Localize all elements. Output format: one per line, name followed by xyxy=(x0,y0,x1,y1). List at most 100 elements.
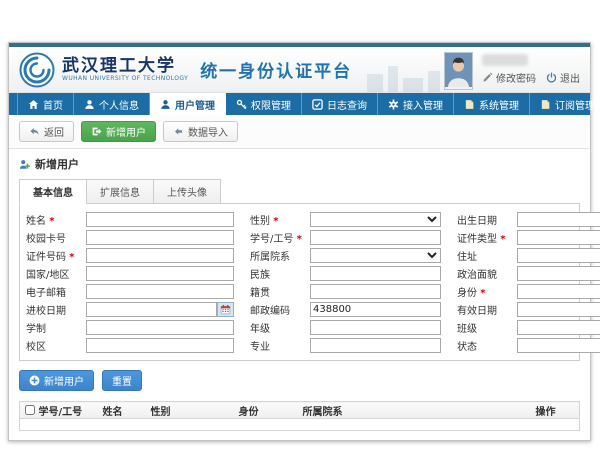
grade-input[interactable] xyxy=(310,320,441,335)
nav-item-access-management[interactable]: 接入管理 xyxy=(378,93,454,115)
political-status-input[interactable] xyxy=(517,266,600,281)
required-asterisk: * xyxy=(69,252,74,263)
import-icon xyxy=(173,126,184,137)
key-icon xyxy=(236,99,247,110)
identity-input[interactable] xyxy=(517,284,600,299)
user-area: 修改密码 退出 xyxy=(444,50,580,90)
field-label-email: 电子邮箱 xyxy=(26,284,86,299)
user-avatar xyxy=(444,52,473,90)
main-nav: 首页个人信息用户管理权限管理日志查询接入管理系统管理订阅管理 xyxy=(9,93,590,115)
toolbar: 返回 新增用户 数据导入 xyxy=(9,115,590,149)
gender-select[interactable] xyxy=(310,212,441,227)
data-import-button[interactable]: 数据导入 xyxy=(163,121,238,142)
field-label-ethnicity: 民族 xyxy=(250,266,310,281)
reset-button[interactable]: 重置 xyxy=(102,370,142,391)
user-links: 修改密码 退出 xyxy=(482,70,580,85)
nav-item-subscription-management[interactable]: 订阅管理 xyxy=(530,93,600,115)
native-place-input[interactable] xyxy=(310,284,441,299)
nav-item-label: 日志查询 xyxy=(327,97,367,112)
header-watermark xyxy=(367,66,440,92)
select-all-checkbox[interactable] xyxy=(25,405,35,415)
form-field-address: 住址 xyxy=(457,248,600,263)
enroll-date-input[interactable] xyxy=(86,302,217,317)
user-icon xyxy=(160,99,171,110)
required-asterisk: * xyxy=(500,234,505,245)
student-staff-no-input[interactable] xyxy=(310,230,441,245)
field-label-country-region: 国家/地区 xyxy=(26,266,86,281)
app-window: 武汉理工大学 WUHAN UNIVERSITY OF TECHNOLOGY 统一… xyxy=(8,42,591,441)
ethnicity-input[interactable] xyxy=(310,266,441,281)
campus-card-no-input[interactable] xyxy=(86,230,234,245)
enroll-date-field xyxy=(86,302,234,317)
form-field-id-type: 证件类型 * xyxy=(457,230,600,245)
nav-item-personal-info[interactable]: 个人信息 xyxy=(74,93,150,115)
id-number-input[interactable] xyxy=(86,248,234,263)
form-field-political-status: 政治面貌 xyxy=(457,266,600,281)
email-input[interactable] xyxy=(86,284,234,299)
form-field-status: 状态 xyxy=(457,338,600,353)
form-field-study-duration: 学制 xyxy=(26,320,234,335)
field-label-status: 状态 xyxy=(457,338,517,353)
field-label-address: 住址 xyxy=(457,248,517,263)
back-icon xyxy=(29,126,40,137)
tab-extended-info[interactable]: 扩展信息 xyxy=(86,179,153,204)
name-input[interactable] xyxy=(86,212,234,227)
submit-label: 新增用户 xyxy=(44,373,84,388)
nav-item-label: 订阅管理 xyxy=(555,97,595,112)
country-region-input[interactable] xyxy=(86,266,234,281)
field-label-department: 所属院系 xyxy=(250,248,310,263)
study-duration-input[interactable] xyxy=(86,320,234,335)
nav-item-system-management[interactable]: 系统管理 xyxy=(454,93,530,115)
nav-item-permission-management[interactable]: 权限管理 xyxy=(226,93,302,115)
logout-label: 退出 xyxy=(560,70,580,85)
change-password-link[interactable]: 修改密码 xyxy=(482,70,536,85)
user-name-redacted xyxy=(482,54,528,66)
nav-item-log-query[interactable]: 日志查询 xyxy=(302,93,378,115)
section-title: 新增用户 xyxy=(35,156,79,172)
user-info-column: 修改密码 退出 xyxy=(482,54,580,85)
nav-item-label: 首页 xyxy=(43,97,63,112)
field-label-native-place: 籍贯 xyxy=(250,284,310,299)
postal-code-input[interactable] xyxy=(310,302,441,317)
field-label-id-number: 证件号码 * xyxy=(26,248,86,263)
calendar-icon[interactable] xyxy=(217,302,234,317)
required-asterisk: * xyxy=(273,216,278,227)
address-input[interactable] xyxy=(517,248,600,263)
nav-item-label: 用户管理 xyxy=(175,97,215,112)
column-header: 操作 xyxy=(533,402,580,419)
form-tabs: 基本信息扩展信息上传头像 xyxy=(19,179,580,204)
logout-link[interactable]: 退出 xyxy=(546,70,580,85)
valid-date-input[interactable] xyxy=(517,302,600,317)
add-user-icon xyxy=(19,159,30,170)
nav-item-label: 权限管理 xyxy=(251,97,291,112)
nav-item-user-management[interactable]: 用户管理 xyxy=(150,93,226,115)
field-label-name: 姓名 * xyxy=(26,212,86,227)
field-label-valid-date: 有效日期 xyxy=(457,302,517,317)
id-type-input[interactable] xyxy=(517,230,600,245)
tab-basic-info[interactable]: 基本信息 xyxy=(19,179,86,205)
reset-label: 重置 xyxy=(112,373,132,388)
tab-upload-avatar[interactable]: 上传头像 xyxy=(153,179,221,204)
class-input[interactable] xyxy=(517,320,600,335)
content-area: 新增用户 基本信息扩展信息上传头像 姓名 *性别 *出生日期 校园卡号 学号/工… xyxy=(9,149,590,440)
nav-item-home[interactable]: 首页 xyxy=(17,93,74,115)
column-header: 学号/工号 xyxy=(36,402,100,419)
submit-new-user-button[interactable]: 新增用户 xyxy=(19,370,94,391)
form-field-class: 班级 xyxy=(457,320,600,335)
field-label-campus-card-no: 校园卡号 xyxy=(26,230,86,245)
major-input[interactable] xyxy=(310,338,441,353)
campus-input[interactable] xyxy=(86,338,234,353)
status-input[interactable] xyxy=(517,338,600,353)
required-asterisk: * xyxy=(297,234,302,245)
birth-date-input[interactable] xyxy=(517,212,600,227)
table-empty-row xyxy=(20,419,580,431)
form-field-identity: 身份 * xyxy=(457,284,600,299)
nav-item-label: 个人信息 xyxy=(99,97,139,112)
new-user-toolbar-button[interactable]: 新增用户 xyxy=(81,121,156,142)
university-name-en: WUHAN UNIVERSITY OF TECHNOLOGY xyxy=(62,75,188,82)
field-label-gender: 性别 * xyxy=(250,212,310,227)
back-button[interactable]: 返回 xyxy=(19,121,74,142)
home-icon xyxy=(28,99,39,110)
department-select[interactable] xyxy=(310,248,441,263)
book-icon xyxy=(540,99,551,110)
